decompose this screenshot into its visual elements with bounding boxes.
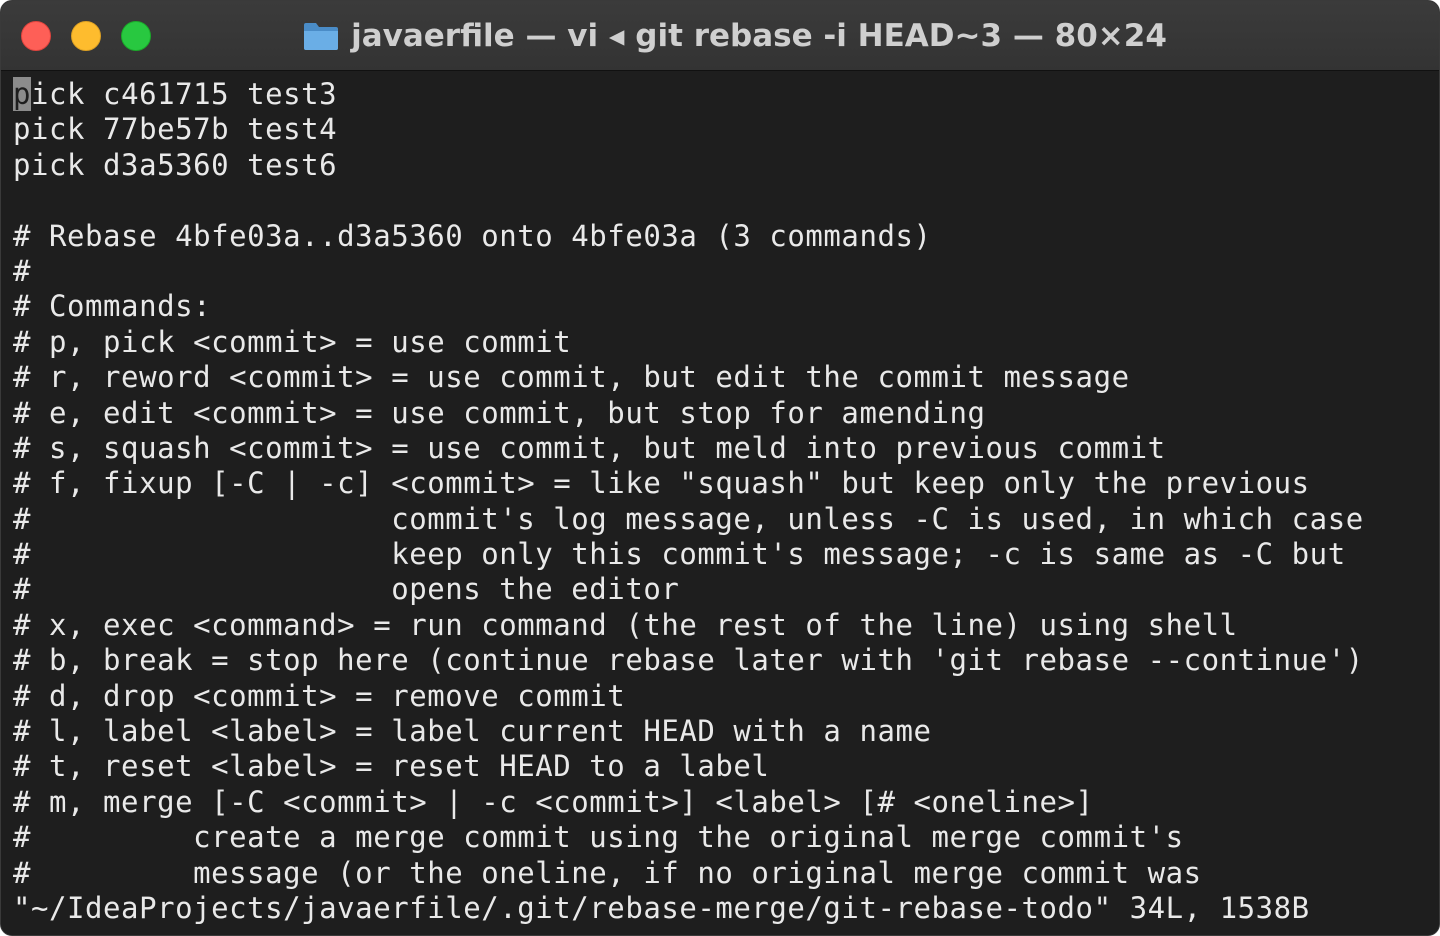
editor-line: # m, merge [-C <commit> | -c <commit>] <…	[13, 784, 1094, 819]
editor-line: # keep only this commit's message; -c is…	[13, 537, 1346, 572]
zoom-icon[interactable]	[121, 21, 151, 51]
editor-line: # commit's log message, unless -C is use…	[13, 501, 1364, 536]
editor-line: pick 77be57b test4	[13, 112, 338, 147]
editor-line: # b, break = stop here (continue rebase …	[13, 643, 1364, 678]
vi-status-line: "~/IdeaProjects/javaerfile/.git/rebase-m…	[13, 890, 1310, 925]
folder-icon	[303, 21, 339, 51]
editor-line: # opens the editor	[13, 572, 680, 607]
editor-line: # r, reword <commit> = use commit, but e…	[13, 360, 1130, 395]
editor-line: pick d3a5360 test6	[13, 147, 338, 182]
terminal-content[interactable]: pick c461715 test3 pick 77be57b test4 pic…	[1, 72, 1439, 935]
text-cursor: p	[13, 77, 32, 111]
title-bar[interactable]: javaerfile — vi ◂ git rebase -i HEAD~3 —…	[1, 1, 1439, 71]
editor-line: # create a merge commit using the origin…	[13, 820, 1184, 855]
editor-lines: pick 77be57b test4 pick d3a5360 test6 # Re…	[13, 112, 1439, 891]
close-icon[interactable]	[21, 21, 51, 51]
editor-line: #	[13, 253, 32, 288]
editor-line: # d, drop <commit> = remove commit	[13, 678, 626, 713]
editor-line: # t, reset <label> = reset HEAD to a lab…	[13, 749, 770, 784]
window-title: javaerfile — vi ◂ git rebase -i HEAD~3 —…	[351, 18, 1167, 54]
editor-line: # e, edit <commit> = use commit, but sto…	[13, 395, 986, 430]
editor-line: # message (or the oneline, if no origina…	[13, 855, 1202, 890]
editor-line: # Rebase 4bfe03a..d3a5360 onto 4bfe03a (…	[13, 218, 932, 253]
editor-line: # f, fixup [-C | -c] <commit> = like "sq…	[13, 466, 1310, 501]
editor-line: # x, exec <command> = run command (the r…	[13, 607, 1238, 642]
editor-line: pick c461715 test3	[13, 77, 1439, 112]
editor-line: # s, squash <commit> = use commit, but m…	[13, 430, 1166, 465]
terminal-window: javaerfile — vi ◂ git rebase -i HEAD~3 —…	[0, 0, 1440, 936]
editor-line: # Commands:	[13, 289, 212, 324]
line-text: ick c461715 test3	[31, 77, 338, 111]
editor-line: # p, pick <commit> = use commit	[13, 324, 572, 359]
editor-line: # l, label <label> = label current HEAD …	[13, 714, 932, 749]
window-title-container: javaerfile — vi ◂ git rebase -i HEAD~3 —…	[1, 1, 1439, 71]
minimize-icon[interactable]	[71, 21, 101, 51]
